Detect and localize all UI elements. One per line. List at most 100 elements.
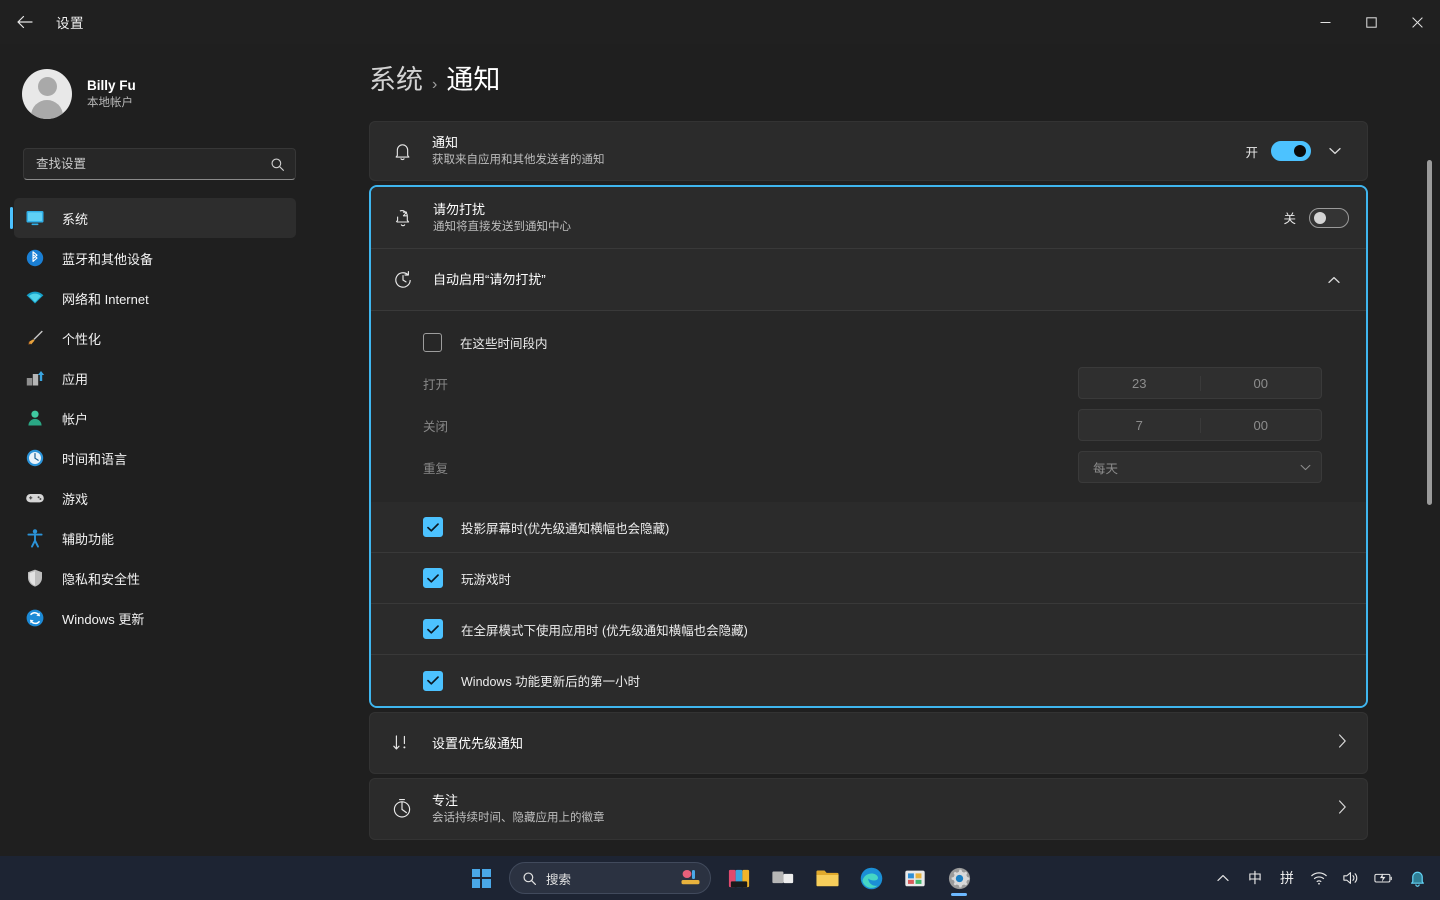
notification-bell-icon (1409, 869, 1426, 887)
sidebar-item-apps[interactable]: 应用 (14, 358, 296, 398)
time-window-checkbox[interactable] (423, 333, 442, 352)
notifications-expand-button[interactable] (1320, 136, 1350, 166)
wifi-icon (1310, 871, 1328, 886)
start-hour-value[interactable]: 23 (1079, 376, 1200, 391)
condition-checkbox[interactable] (423, 671, 443, 691)
time-window-checkbox-row[interactable]: 在这些时间段内 (371, 321, 1366, 362)
condition-row-gaming[interactable]: 玩游戏时 (371, 553, 1366, 604)
start-button[interactable] (461, 859, 501, 897)
sidebar-item-windows-update[interactable]: Windows 更新 (14, 598, 296, 638)
sidebar-item-personalization[interactable]: 个性化 (14, 318, 296, 358)
taskbar-task-view[interactable] (763, 859, 803, 897)
maximize-button[interactable] (1348, 0, 1394, 44)
notifications-card[interactable]: 通知 获取来自应用和其他发送者的通知 开 (369, 121, 1368, 181)
window-controls (1302, 0, 1440, 44)
priority-notifications-card[interactable]: 设置优先级通知 (369, 712, 1368, 774)
tray-battery[interactable] (1368, 861, 1400, 895)
chevron-right-icon (1338, 734, 1347, 753)
scrollbar-thumb[interactable] (1427, 160, 1432, 505)
condition-label: 投影屏幕时(优先级通知横幅也会隐藏) (461, 518, 669, 537)
sidebar-item-system[interactable]: 系统 (14, 198, 296, 238)
notifications-toggle[interactable] (1271, 141, 1311, 161)
repeat-select[interactable]: 每天 (1078, 451, 1322, 483)
profile-name: Billy Fu (87, 77, 136, 95)
sidebar-item-bluetooth[interactable]: 蓝牙和其他设备 (14, 238, 296, 278)
chevron-down-icon (1329, 147, 1341, 155)
tray-pinyin-mode[interactable]: 拼 (1272, 861, 1302, 895)
toggle-state-label: 开 (1245, 142, 1258, 161)
user-profile[interactable]: Billy Fu 本地帐户 (0, 44, 320, 130)
condition-checkbox[interactable] (423, 619, 443, 639)
end-minute-value[interactable]: 00 (1200, 418, 1322, 433)
scrollbar[interactable] (1424, 104, 1434, 844)
search-box[interactable] (23, 148, 296, 180)
card-title: 通知 (432, 133, 1245, 152)
condition-label: Windows 功能更新后的第一小时 (461, 671, 640, 690)
do-not-disturb-row[interactable]: 请勿打扰 通知将直接发送到通知中心 关 (371, 187, 1366, 249)
start-time-label: 打开 (423, 374, 543, 393)
condition-checkbox[interactable] (423, 517, 443, 537)
settings-list: 通知 获取来自应用和其他发送者的通知 开 (320, 97, 1440, 840)
gaming-controller-icon (24, 487, 46, 509)
taskbar-app-paint3d[interactable] (719, 859, 759, 897)
time-language-icon (24, 447, 46, 469)
dnd-expander-group: 请勿打扰 通知将直接发送到通知中心 关 自 (369, 185, 1368, 708)
sidebar-item-label: 个性化 (62, 329, 101, 348)
personalization-brush-icon (24, 327, 46, 349)
tray-wifi[interactable] (1304, 861, 1334, 895)
start-minute-value[interactable]: 00 (1200, 376, 1322, 391)
accessibility-icon (24, 527, 46, 549)
condition-row-projecting[interactable]: 投影屏幕时(优先级通知横幅也会隐藏) (371, 502, 1366, 553)
breadcrumb-root[interactable]: 系统 (369, 58, 423, 97)
bell-icon (390, 139, 414, 163)
search-icon (522, 871, 537, 886)
search-icon (270, 157, 285, 172)
taskbar-file-explorer[interactable] (807, 859, 847, 897)
battery-icon (1374, 871, 1394, 885)
sidebar-item-label: 隐私和安全性 (62, 569, 140, 588)
auto-dnd-collapse-button[interactable] (1319, 265, 1349, 295)
condition-row-after-update[interactable]: Windows 功能更新后的第一小时 (371, 655, 1366, 706)
sidebar-item-accounts[interactable]: 帐户 (14, 398, 296, 438)
back-button[interactable] (8, 5, 42, 39)
card-title: 专注 (432, 791, 1338, 810)
minimize-icon (1320, 17, 1331, 28)
sidebar-item-accessibility[interactable]: 辅助功能 (14, 518, 296, 558)
dnd-toggle[interactable] (1309, 208, 1349, 228)
sidebar-item-privacy[interactable]: 隐私和安全性 (14, 558, 296, 598)
condition-checkbox[interactable] (423, 568, 443, 588)
main-pane: 系统 › 通知 通知 获取来自应用和其他发送者的通知 开 (320, 44, 1440, 856)
tray-overflow-button[interactable] (1208, 861, 1238, 895)
sidebar-nav: 系统 蓝牙和其他设备 网络和 Internet 个性化 (0, 198, 320, 638)
taskbar-microsoft-edge[interactable] (851, 859, 891, 897)
search-input[interactable] (36, 157, 270, 171)
toggle-state-label: 关 (1283, 208, 1296, 227)
start-time-picker[interactable]: 23 00 (1078, 367, 1322, 399)
taskbar-settings[interactable] (939, 859, 979, 897)
tray-volume[interactable] (1336, 861, 1366, 895)
settings-gear-icon (947, 866, 972, 891)
end-hour-value[interactable]: 7 (1079, 418, 1200, 433)
close-button[interactable] (1394, 0, 1440, 44)
accounts-icon (24, 407, 46, 429)
taskbar-microsoft-store[interactable] (895, 859, 935, 897)
avatar (22, 69, 72, 119)
sidebar-item-gaming[interactable]: 游戏 (14, 478, 296, 518)
card-subtitle: 获取来自应用和其他发送者的通知 (432, 152, 1245, 169)
end-time-picker[interactable]: 7 00 (1078, 409, 1322, 441)
taskbar-search[interactable]: 搜索 (509, 862, 711, 894)
window-title: 设置 (56, 12, 84, 32)
sidebar-item-network[interactable]: 网络和 Internet (14, 278, 296, 318)
focus-card[interactable]: 专注 会话持续时间、隐藏应用上的徽章 (369, 778, 1368, 840)
taskbar-center-group: 搜索 (461, 859, 979, 897)
sidebar-item-label: 应用 (62, 369, 88, 388)
sidebar-item-time-language[interactable]: 时间和语言 (14, 438, 296, 478)
tray-ime-mode[interactable]: 中 (1240, 861, 1270, 895)
profile-account-type: 本地帐户 (87, 95, 136, 112)
check-icon (427, 523, 439, 532)
auto-dnd-header[interactable]: 自动启用“请勿打扰” (371, 249, 1366, 311)
minimize-button[interactable] (1302, 0, 1348, 44)
condition-row-fullscreen[interactable]: 在全屏模式下使用应用时 (优先级通知横幅也会隐藏) (371, 604, 1366, 655)
network-icon (24, 287, 46, 309)
tray-notification-bell[interactable] (1402, 861, 1432, 895)
